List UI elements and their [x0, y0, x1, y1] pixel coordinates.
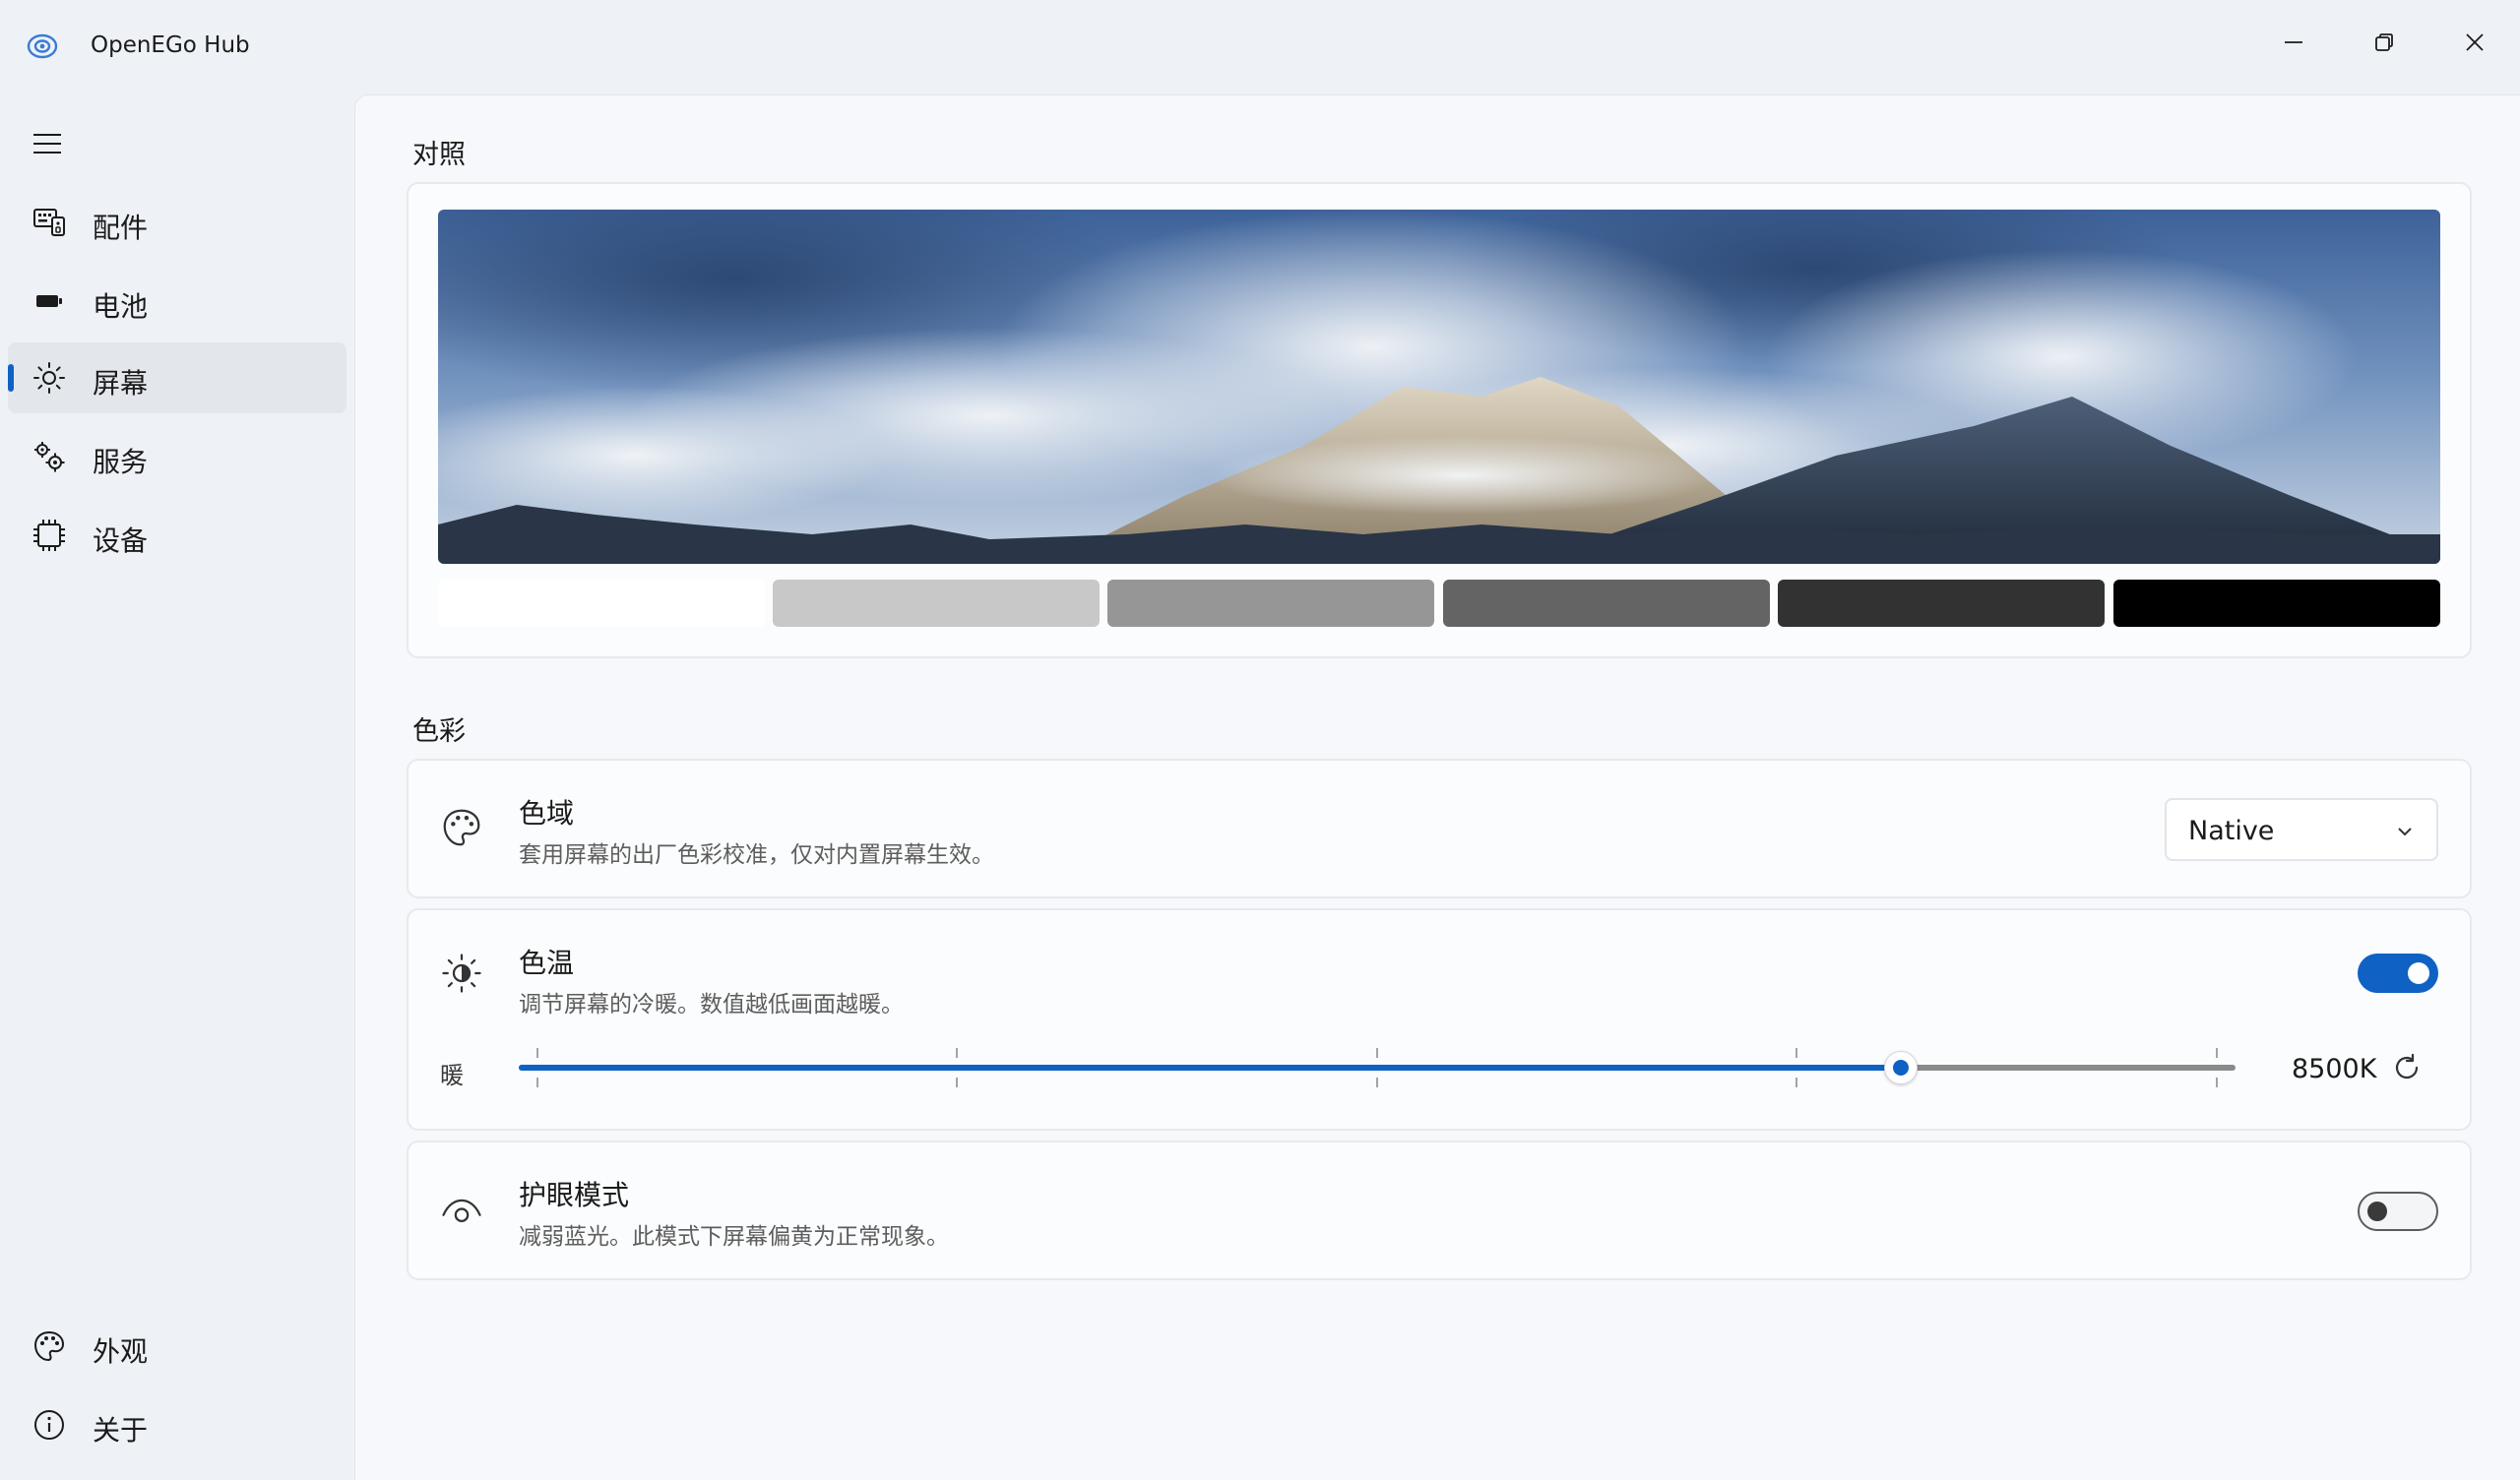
temperature-slider[interactable] [519, 1048, 2236, 1087]
slider-tick [2216, 1048, 2218, 1058]
contrast-swatch [438, 580, 765, 627]
slider-tick [1376, 1078, 1378, 1087]
sidebar: 配件 电池 屏幕 服务 设备 外观 关于 [0, 94, 354, 1480]
hamburger-icon [33, 134, 61, 154]
minimize-button[interactable] [2248, 14, 2339, 71]
battery-icon [32, 283, 67, 319]
contrast-swatch [1107, 580, 1434, 627]
sidebar-item-label: 配件 [93, 212, 149, 244]
brightness-icon [32, 360, 67, 396]
temperature-value: 8500K [2292, 1054, 2377, 1084]
slider-tick [1376, 1048, 1378, 1058]
sidebar-item-services[interactable]: 服务 [8, 421, 346, 492]
main-panel: 对照 色彩 色域 套用屏幕的出厂色彩校准，仅对内置屏幕生效。 Native 色温… [354, 94, 2520, 1480]
chip-icon [32, 518, 67, 553]
close-icon [2466, 33, 2484, 51]
slider-thumb[interactable] [1883, 1051, 1918, 1084]
sidebar-item-screen[interactable]: 屏幕 [8, 342, 346, 413]
reset-temperature-button[interactable] [2387, 1048, 2426, 1087]
gears-icon [32, 439, 67, 474]
info-icon [32, 1407, 67, 1443]
brightness-contrast-icon [440, 952, 483, 995]
eye-care-card: 护眼模式 减弱蓝光。此模式下屏幕偏黄为正常现象。 [407, 1141, 2472, 1280]
sidebar-item-about[interactable]: 关于 [8, 1389, 346, 1460]
gamut-description: 套用屏幕的出厂色彩校准，仅对内置屏幕生效。 [519, 842, 994, 868]
slider-tick [2216, 1078, 2218, 1087]
contrast-swatch [1778, 580, 2105, 627]
restore-icon [2375, 33, 2393, 51]
gamut-selected-value: Native [2188, 816, 2275, 846]
app-logo-icon [26, 30, 59, 63]
contrast-card [407, 182, 2472, 658]
section-title-color: 色彩 [412, 716, 466, 747]
sidebar-item-accessories[interactable]: 配件 [8, 187, 346, 258]
gamut-card: 色域 套用屏幕的出厂色彩校准，仅对内置屏幕生效。 Native [407, 759, 2472, 898]
temperature-title: 色温 [519, 947, 575, 979]
slider-tick [1796, 1078, 1797, 1087]
slider-tick [536, 1048, 538, 1058]
eye-icon [440, 1190, 483, 1233]
slider-tick [956, 1078, 958, 1087]
slider-tick [956, 1048, 958, 1058]
refresh-icon [2395, 1053, 2419, 1079]
keyboard-icon [32, 205, 67, 240]
contrast-swatch [773, 580, 1100, 627]
hamburger-button[interactable] [18, 114, 77, 173]
sidebar-item-label: 关于 [93, 1414, 149, 1447]
eye-care-title: 护眼模式 [519, 1179, 630, 1211]
sidebar-item-appearance[interactable]: 外观 [8, 1311, 346, 1382]
palette-icon [440, 806, 483, 849]
sidebar-item-label: 外观 [93, 1335, 149, 1368]
slider-tick [1796, 1048, 1797, 1058]
gamut-dropdown[interactable]: Native [2165, 798, 2438, 861]
gamut-title: 色域 [519, 797, 575, 830]
app-title: OpenEGo Hub [91, 32, 250, 58]
temperature-description: 调节屏幕的冷暖。数值越低画面越暖。 [519, 992, 904, 1018]
mountain-photo [438, 210, 2440, 564]
palette-icon [32, 1328, 67, 1364]
contrast-swatch [2113, 580, 2440, 627]
slider-tick [536, 1078, 538, 1087]
chevron-down-icon [2398, 828, 2412, 836]
section-title-contrast: 对照 [412, 140, 466, 170]
sidebar-item-device[interactable]: 设备 [8, 500, 346, 571]
contrast-swatch [1443, 580, 1770, 627]
sidebar-item-label: 设备 [93, 524, 149, 557]
minimize-icon [2285, 41, 2302, 43]
sidebar-item-label: 电池 [93, 290, 149, 323]
slider-warm-label: 暖 [440, 1062, 464, 1089]
close-button[interactable] [2429, 14, 2520, 71]
title-bar: OpenEGo Hub [0, 0, 2520, 94]
slider-fill [519, 1065, 1901, 1071]
restore-button[interactable] [2339, 14, 2429, 71]
sidebar-item-label: 服务 [93, 446, 149, 478]
temperature-card: 色温 调节屏幕的冷暖。数值越低画面越暖。 暖 8500K [407, 908, 2472, 1131]
eye-care-toggle[interactable] [2358, 1192, 2438, 1231]
sidebar-item-battery[interactable]: 电池 [8, 266, 346, 337]
sidebar-item-label: 屏幕 [93, 367, 149, 400]
temperature-toggle[interactable] [2358, 954, 2438, 993]
eye-care-description: 减弱蓝光。此模式下屏幕偏黄为正常现象。 [519, 1224, 949, 1250]
